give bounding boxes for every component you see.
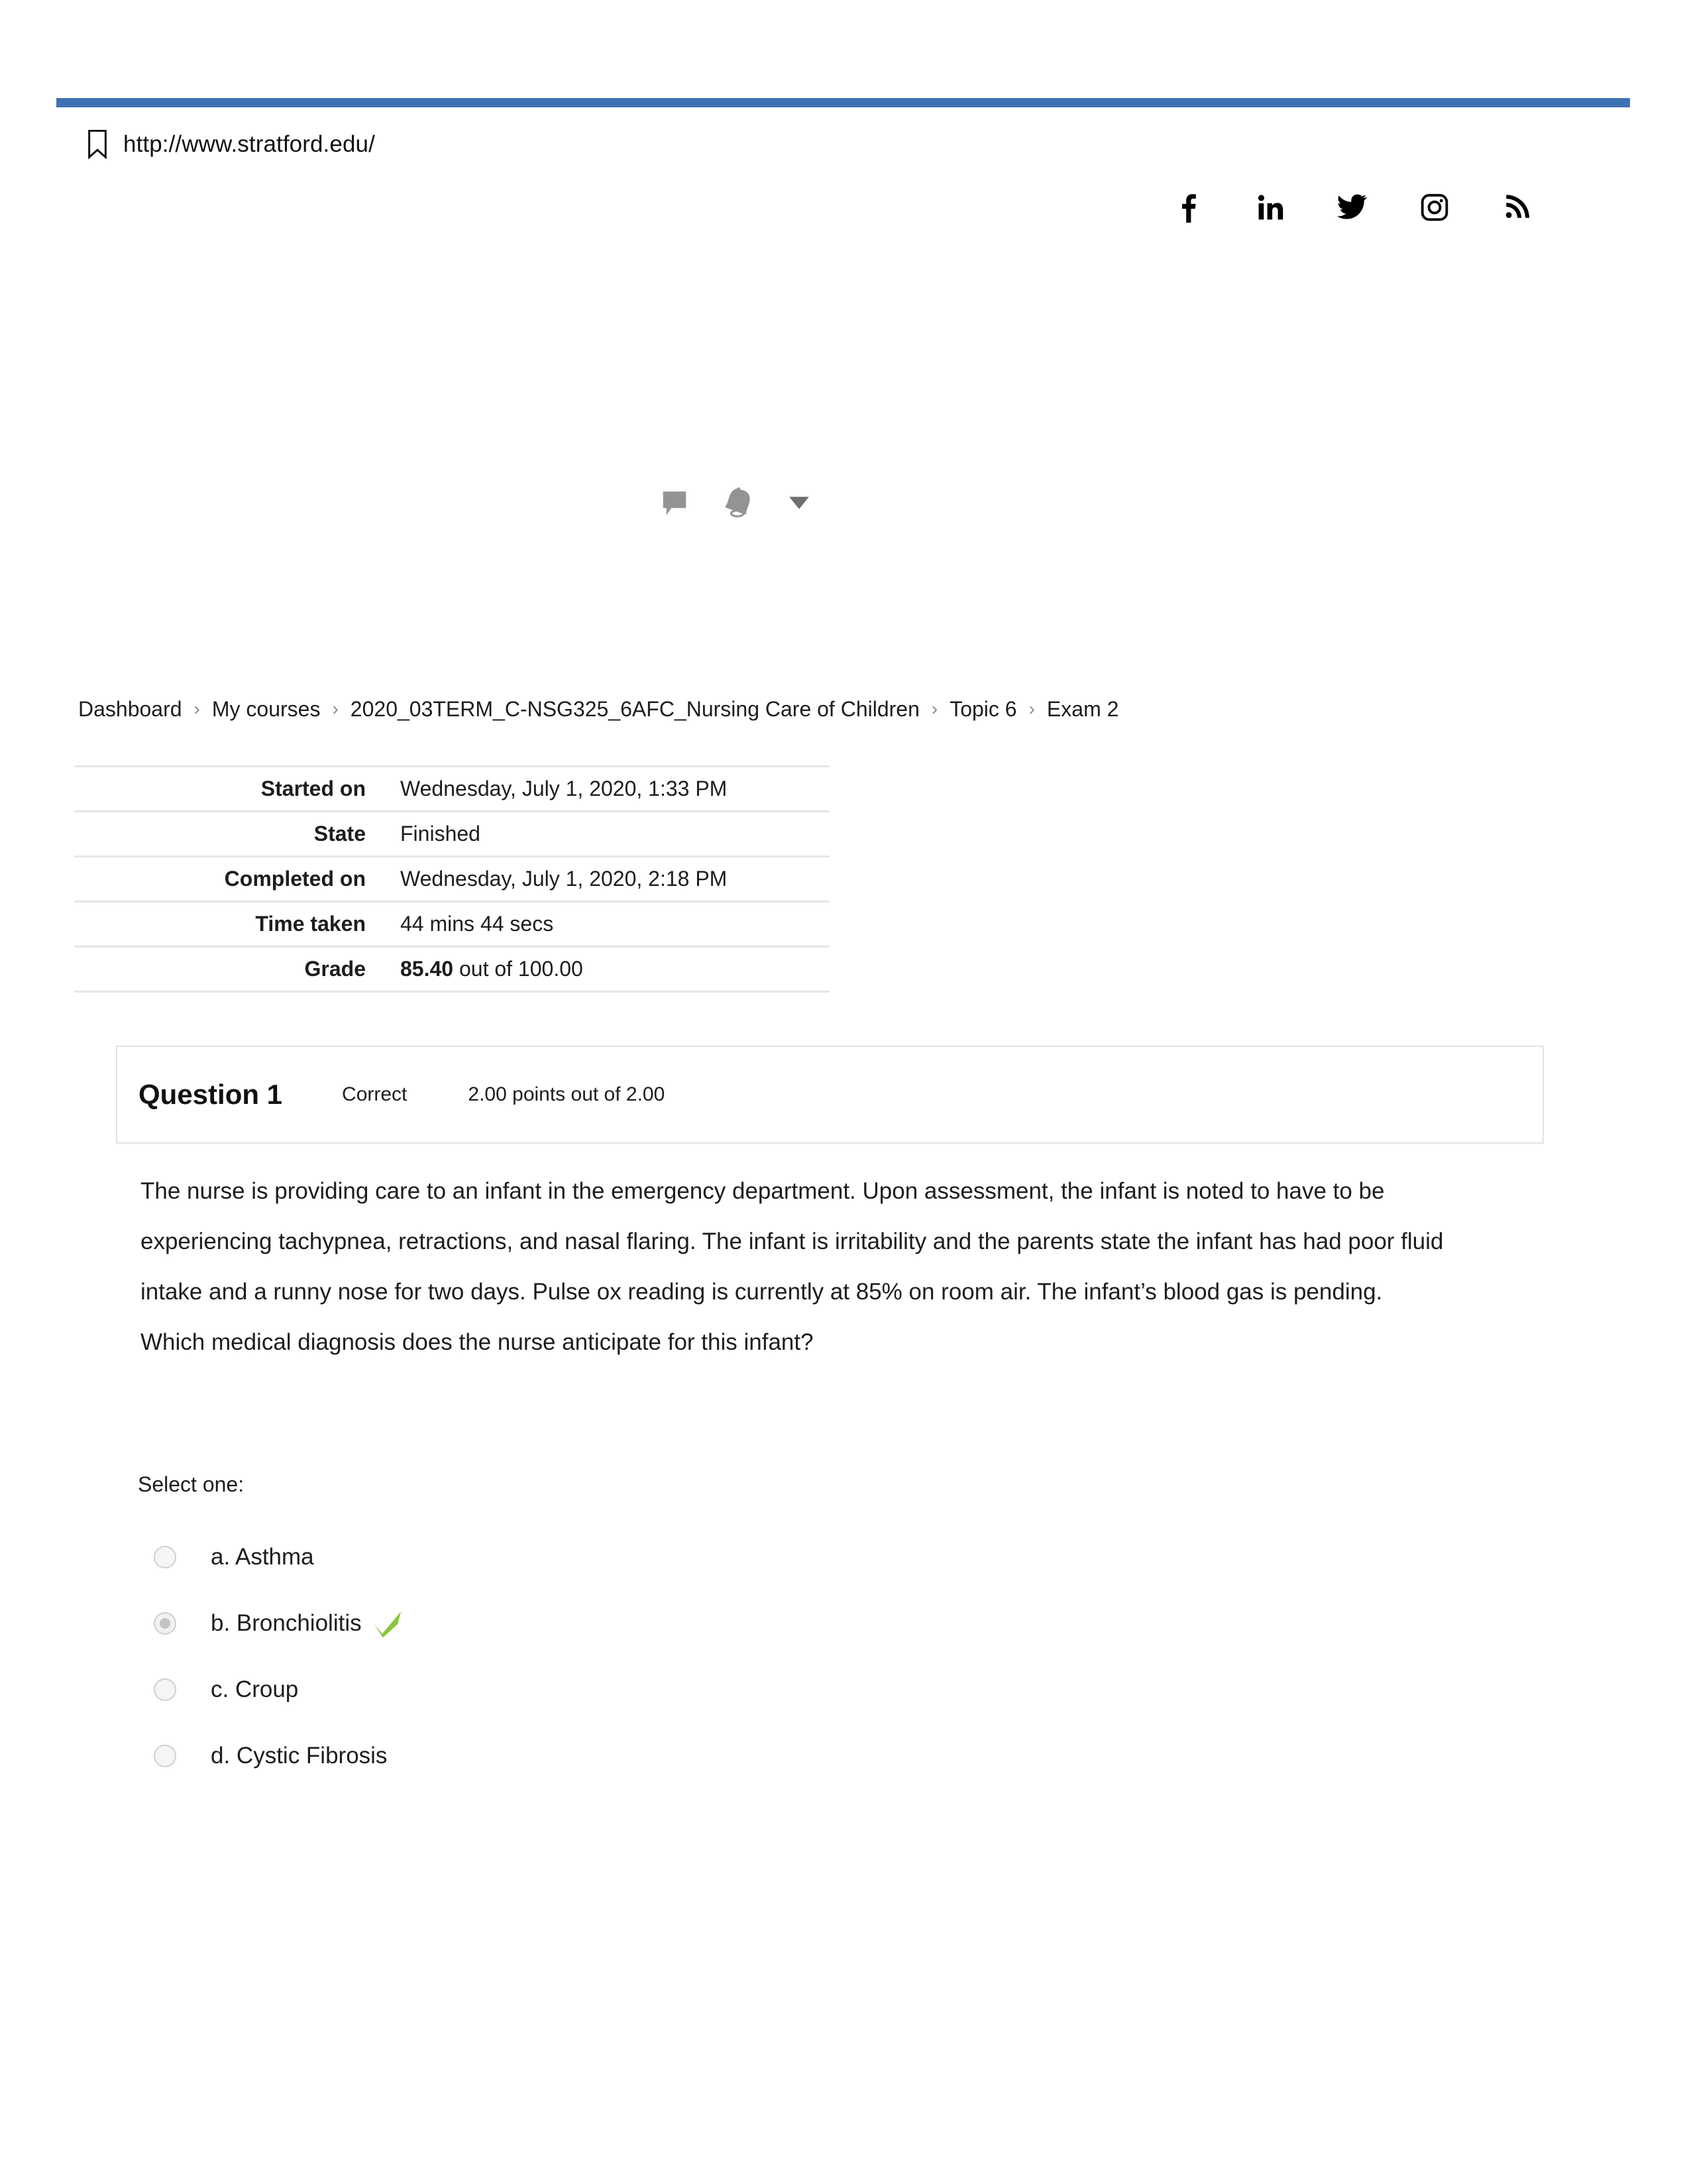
twitter-icon[interactable] bbox=[1337, 192, 1368, 223]
question-header-box: Question 1 Correct 2.00 points out of 2.… bbox=[116, 1046, 1544, 1144]
site-url-text[interactable]: http://www.stratford.edu/ bbox=[123, 131, 375, 158]
summary-value-state: Finished bbox=[400, 822, 480, 846]
answer-option-d[interactable]: d. Cystic Fibrosis bbox=[154, 1723, 949, 1789]
answer-option-c[interactable]: c. Croup bbox=[154, 1657, 949, 1723]
table-row: Time taken 44 mins 44 secs bbox=[74, 901, 830, 947]
social-links bbox=[1173, 192, 1532, 223]
answer-label-d: d. Cystic Fibrosis bbox=[211, 1743, 388, 1769]
utility-icons bbox=[659, 487, 810, 519]
summary-key-completed-on: Completed on bbox=[224, 867, 366, 891]
select-one-prompt: Select one: bbox=[138, 1472, 245, 1496]
summary-key-time-taken: Time taken bbox=[255, 912, 366, 936]
breadcrumb-separator-icon: › bbox=[193, 698, 200, 719]
summary-value-time-taken: 44 mins 44 secs bbox=[400, 912, 554, 936]
attempt-summary-table: Started on Wednesday, July 1, 2020, 1:33… bbox=[74, 765, 830, 993]
summary-value-completed-on: Wednesday, July 1, 2020, 2:18 PM bbox=[400, 867, 728, 891]
facebook-icon[interactable] bbox=[1173, 192, 1203, 223]
breadcrumb-separator-icon: › bbox=[1028, 698, 1035, 719]
breadcrumb-item-exam[interactable]: Exam 2 bbox=[1047, 697, 1118, 722]
answer-label-a: a. Asthma bbox=[211, 1544, 314, 1570]
radio-button-c[interactable] bbox=[154, 1678, 176, 1701]
table-row: Started on Wednesday, July 1, 2020, 1:33… bbox=[74, 766, 830, 812]
summary-value-grade: 85.40 out of 100.00 bbox=[383, 947, 830, 992]
grade-score: 85.40 bbox=[400, 957, 454, 981]
top-accent-bar-region bbox=[0, 98, 1687, 109]
question-points: 2.00 points out of 2.00 bbox=[468, 1083, 665, 1105]
breadcrumb-separator-icon: › bbox=[332, 698, 339, 719]
breadcrumb-item-dashboard[interactable]: Dashboard bbox=[78, 697, 182, 722]
answer-option-a[interactable]: a. Asthma bbox=[154, 1524, 949, 1590]
radio-button-a[interactable] bbox=[154, 1546, 176, 1568]
top-accent-bar bbox=[56, 98, 1630, 107]
answer-label-c: c. Croup bbox=[211, 1676, 299, 1702]
question-state-badge: Correct bbox=[342, 1083, 408, 1105]
chevron-down-icon[interactable] bbox=[788, 494, 810, 512]
rss-icon[interactable] bbox=[1501, 192, 1532, 223]
radio-button-d[interactable] bbox=[154, 1745, 176, 1767]
instagram-icon[interactable] bbox=[1419, 192, 1450, 223]
summary-value-started-on: Wednesday, July 1, 2020, 1:33 PM bbox=[400, 777, 728, 800]
summary-key-grade: Grade bbox=[304, 957, 366, 981]
table-row: Grade 85.40 out of 100.00 bbox=[74, 946, 830, 992]
question-text: The nurse is providing care to an infant… bbox=[140, 1178, 1444, 1355]
table-row: State Finished bbox=[74, 811, 830, 857]
message-bubble-icon[interactable] bbox=[659, 488, 690, 518]
answer-label-b: b. Bronchiolitis bbox=[211, 1610, 362, 1636]
breadcrumb: Dashboard › My courses › 2020_03TERM_C-N… bbox=[78, 697, 1118, 722]
breadcrumb-item-topic[interactable]: Topic 6 bbox=[950, 697, 1016, 722]
breadcrumb-item-my-courses[interactable]: My courses bbox=[212, 697, 321, 722]
bell-icon[interactable] bbox=[724, 487, 753, 519]
breadcrumb-separator-icon: › bbox=[931, 698, 938, 719]
question-title: Question 1 bbox=[138, 1079, 283, 1110]
bookmark-icon bbox=[86, 130, 109, 159]
radio-button-b[interactable] bbox=[154, 1612, 176, 1635]
linkedin-icon[interactable] bbox=[1255, 192, 1285, 223]
summary-key-started-on: Started on bbox=[260, 777, 366, 800]
answer-options-list: a. Asthma b. Bronchiolitis c. Croup d. C… bbox=[154, 1524, 949, 1789]
correct-check-icon bbox=[372, 1609, 403, 1638]
table-row: Completed on Wednesday, July 1, 2020, 2:… bbox=[74, 856, 830, 902]
grade-suffix: out of 100.00 bbox=[453, 957, 583, 981]
summary-key-state: State bbox=[313, 822, 366, 846]
breadcrumb-item-course[interactable]: 2020_03TERM_C-NSG325_6AFC_Nursing Care o… bbox=[351, 697, 920, 722]
answer-option-b[interactable]: b. Bronchiolitis bbox=[154, 1590, 949, 1657]
site-url-line: http://www.stratford.edu/ bbox=[86, 130, 375, 159]
